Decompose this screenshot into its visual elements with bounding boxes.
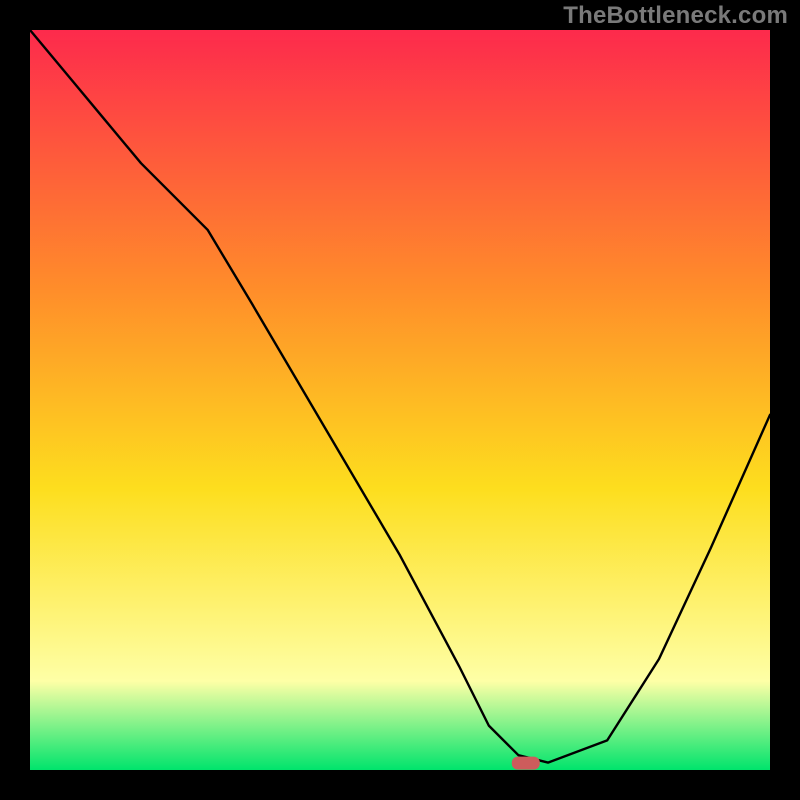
watermark-text: TheBottleneck.com xyxy=(563,2,788,30)
optimum-marker xyxy=(512,757,540,770)
chart-frame: TheBottleneck.com xyxy=(0,0,800,800)
bottleneck-chart xyxy=(30,30,770,770)
